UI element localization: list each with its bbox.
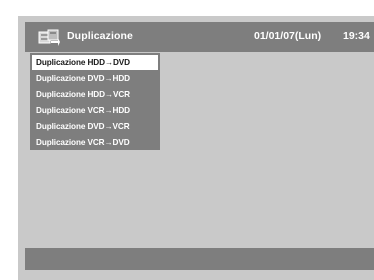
bottom-bar — [25, 248, 374, 270]
menu-item-hdd-to-vcr[interactable]: Duplicazione HDD→VCR — [32, 87, 158, 102]
osd-screen: Duplicazione 01/01/07(Lun) 19:34 Duplica… — [18, 16, 374, 280]
date-display: 01/01/07(Lun) — [254, 30, 322, 42]
duplication-menu: Duplicazione HDD→DVD Duplicazione DVD→HD… — [30, 53, 160, 150]
title-bar: Duplicazione 01/01/07(Lun) 19:34 — [25, 22, 374, 52]
menu-item-dvd-to-hdd[interactable]: Duplicazione DVD→HDD — [32, 71, 158, 86]
menu-item-vcr-to-hdd[interactable]: Duplicazione VCR→HDD — [32, 103, 158, 118]
page-title: Duplicazione — [67, 30, 133, 42]
time-display: 19:34 — [343, 30, 370, 42]
menu-item-vcr-to-dvd[interactable]: Duplicazione VCR→DVD — [32, 135, 158, 150]
menu-item-hdd-to-dvd[interactable]: Duplicazione HDD→DVD — [32, 55, 158, 70]
duplicate-icon — [38, 29, 60, 46]
menu-item-dvd-to-vcr[interactable]: Duplicazione DVD→VCR — [32, 119, 158, 134]
